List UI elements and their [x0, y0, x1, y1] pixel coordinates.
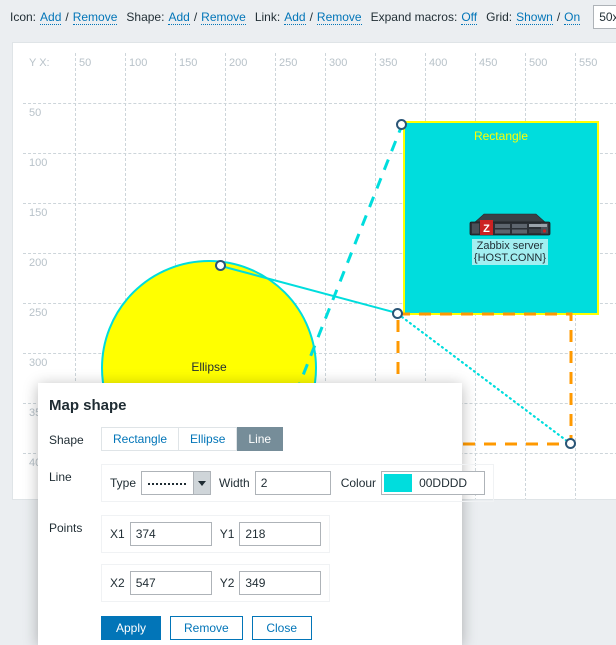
toolbar-group-expand-macros: Expand macros: Off	[371, 10, 478, 25]
dialog-row-shape: Shape Rectangle Ellipse Line	[38, 427, 462, 451]
icon-add-link[interactable]: Add	[40, 10, 62, 25]
line-colour-label: Colour	[340, 476, 377, 490]
toolbar-label-link: Link:	[254, 9, 281, 24]
dialog-row-line: Line Type Width 2 Colour 00DDDD	[38, 464, 495, 502]
dialog-title: Map shape	[49, 397, 127, 414]
toolbar-group-icon: Icon: Add / Remove	[10, 9, 118, 25]
toolbar-group-grid: Grid: Shown / On	[486, 9, 581, 25]
shape-separator: /	[193, 9, 198, 24]
toolbar-group-shape: Shape: Add / Remove	[126, 9, 246, 25]
y2-input[interactable]: 349	[239, 571, 322, 595]
shape-type-line-button[interactable]: Line	[237, 427, 284, 451]
x2-input[interactable]: 547	[129, 571, 212, 595]
point-2-group: X2 547 Y2 349	[101, 564, 331, 602]
points-fields: X1 374 Y1 218 X2 547 Y2 349	[101, 515, 462, 602]
close-button[interactable]: Close	[251, 616, 312, 640]
map-editor-toolbar: Icon: Add / Remove Shape: Add / Remove L…	[0, 0, 616, 34]
points-row-label: Points	[49, 521, 83, 535]
apply-button[interactable]: Apply	[101, 616, 161, 640]
map-link-solid	[220, 265, 398, 314]
dotted-line-preview-icon	[148, 483, 187, 485]
colour-swatch[interactable]	[384, 474, 413, 492]
y1-label: Y1	[219, 527, 235, 541]
shape-remove-link[interactable]: Remove	[201, 10, 246, 25]
map-link-dashed	[294, 124, 404, 394]
resize-handle-ellipse-top[interactable]	[215, 260, 226, 271]
line-colour-input[interactable]: 00DDDD	[412, 476, 467, 490]
grid-shown-toggle[interactable]: Shown	[516, 10, 553, 25]
line-colour-field[interactable]: 00DDDD	[381, 471, 486, 495]
map-shape-dialog: Map shape Shape Rectangle Ellipse Line L…	[38, 383, 495, 645]
dialog-row-points: Points X1 374 Y1 218 X2 547 Y2 349	[38, 515, 462, 602]
grid-size-select[interactable]: 50x50	[593, 5, 616, 29]
link-remove-link[interactable]: Remove	[316, 10, 362, 25]
shape-type-rectangle-button[interactable]: Rectangle	[101, 427, 180, 451]
resize-handle-rect-top-left[interactable]	[396, 119, 407, 130]
shape-row-label: Shape	[49, 433, 84, 447]
expand-macros-toggle[interactable]: Off	[461, 10, 478, 25]
chevron-down-icon	[193, 472, 211, 494]
line-row-label: Line	[49, 470, 72, 484]
point-1-group: X1 374 Y1 218	[101, 515, 331, 553]
y1-input[interactable]: 218	[239, 522, 322, 546]
link-separator: /	[309, 9, 313, 24]
line-type-select[interactable]	[141, 471, 212, 495]
toolbar-label-icon: Icon:	[10, 9, 37, 24]
remove-button[interactable]: Remove	[170, 616, 243, 640]
line-type-label: Type	[110, 476, 137, 490]
shape-type-button-group: Rectangle Ellipse Line	[101, 427, 284, 451]
dialog-button-row: Apply Remove Close	[38, 602, 462, 640]
line-point-handle-end[interactable]	[565, 438, 576, 449]
x2-label: X2	[110, 576, 125, 590]
x1-label: X1	[110, 527, 125, 541]
toolbar-label-expand-macros: Expand macros:	[370, 9, 458, 24]
line-width-input[interactable]: 2	[254, 471, 331, 495]
link-add-link[interactable]: Add	[284, 10, 306, 25]
x1-input[interactable]: 374	[129, 522, 212, 546]
line-width-label: Width	[219, 476, 250, 490]
grid-separator: /	[556, 9, 561, 24]
toolbar-group-link: Link: Add / Remove	[255, 10, 362, 25]
line-point-handle-start[interactable]	[392, 308, 403, 319]
grid-on-toggle[interactable]: On	[564, 10, 581, 25]
icon-remove-link[interactable]: Remove	[72, 10, 118, 25]
shape-add-link[interactable]: Add	[168, 10, 190, 25]
y2-label: Y2	[219, 576, 235, 590]
line-properties-group: Type Width 2 Colour 00DDDD	[101, 464, 495, 502]
toolbar-label-shape: Shape:	[126, 9, 165, 24]
shape-type-ellipse-button[interactable]: Ellipse	[179, 427, 238, 451]
icon-separator: /	[65, 9, 69, 24]
toolbar-label-grid: Grid:	[486, 9, 513, 24]
